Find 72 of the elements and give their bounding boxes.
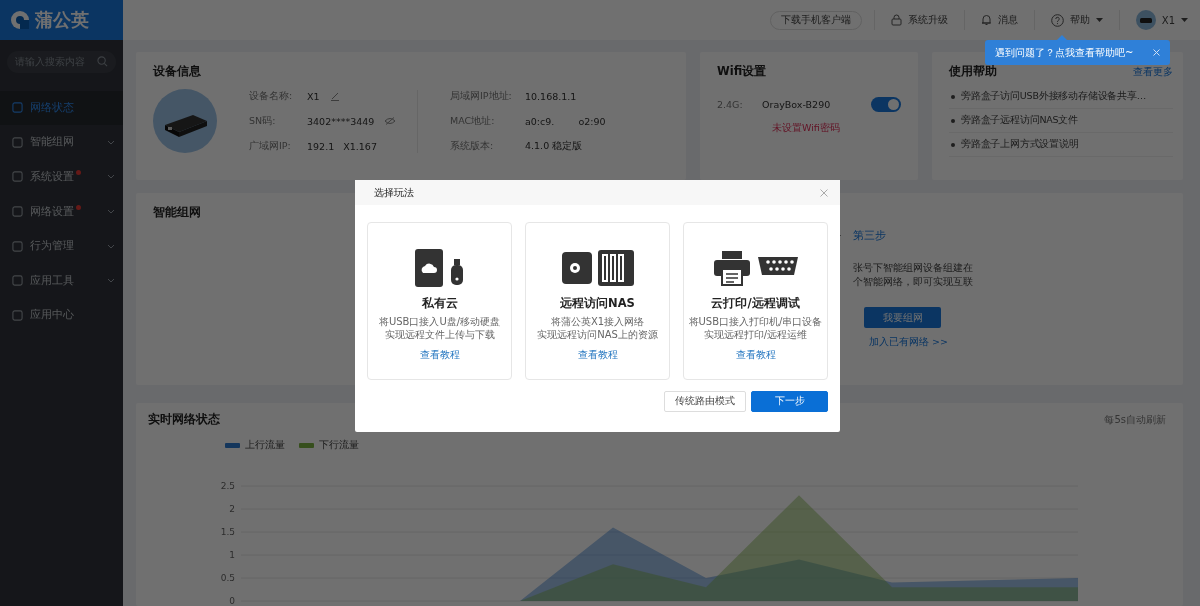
description-text: 个智能网络，即可实现互联 bbox=[853, 275, 973, 289]
lock-icon bbox=[890, 14, 902, 26]
eye-icon[interactable] bbox=[384, 117, 397, 125]
header-action[interactable]: 消息 bbox=[963, 10, 1034, 30]
option-title: 云打印/远程调试 bbox=[711, 296, 800, 311]
user-menu[interactable]: X1 bbox=[1118, 10, 1188, 30]
header-action[interactable]: 系统升级 bbox=[873, 10, 964, 30]
axis-tick-label: 1 bbox=[229, 550, 235, 560]
card-title: 实时网络状态 bbox=[148, 412, 220, 427]
bell-icon bbox=[980, 14, 992, 26]
menu-item-icon bbox=[12, 275, 23, 287]
option-description: 将蒲公英X1接入网络 实现远程访问NAS上的资源 bbox=[537, 315, 658, 341]
field-value: 10.168.1.1 bbox=[525, 90, 577, 102]
option-title: 私有云 bbox=[421, 296, 458, 311]
router-device-icon bbox=[153, 89, 217, 153]
option-description: 将USB口接入打印机/串口设备 实现远程打印/远程运维 bbox=[688, 315, 823, 341]
dialog-title: 选择玩法 bbox=[374, 185, 414, 200]
axis-tick-label: 0 bbox=[229, 596, 235, 604]
tutorial-link[interactable]: 查看教程 bbox=[419, 348, 460, 362]
nas-drive-icon bbox=[561, 249, 634, 287]
description-text: 张号下智能组网设备组建在 bbox=[853, 261, 973, 275]
avatar-icon bbox=[1135, 10, 1156, 30]
sidebar-item[interactable]: 网络状态 bbox=[0, 90, 123, 126]
logo-icon bbox=[10, 10, 30, 30]
axis-tick-label: 2 bbox=[229, 504, 235, 514]
help-link[interactable]: 旁路盒子访问USB外接移动存储设备共享… bbox=[949, 85, 1173, 109]
edit-icon[interactable] bbox=[329, 91, 340, 101]
close-icon[interactable] bbox=[820, 188, 828, 197]
wifi-toggle[interactable] bbox=[871, 97, 901, 112]
logo-text: 蒲公英 bbox=[35, 8, 89, 32]
create-network-button[interactable]: 我要组网 bbox=[864, 307, 941, 328]
axis-tick-label: 2.5 bbox=[220, 481, 235, 491]
card-title: 智能组网 bbox=[153, 205, 202, 220]
search-icon bbox=[97, 56, 108, 67]
card-title: Wifi设置 bbox=[717, 64, 768, 79]
menu-item-icon bbox=[12, 102, 23, 114]
field-value: 3402****3449 bbox=[307, 115, 375, 127]
legend-label: 下行流量 bbox=[319, 439, 359, 452]
help-link[interactable]: 旁路盒子远程访问NAS文件 bbox=[949, 109, 1173, 133]
option-description: 将USB口接入U盘/移动硬盘 实现远程文件上传与下载 bbox=[378, 315, 501, 341]
option-title: 远程访问NAS bbox=[560, 296, 635, 311]
download-app-button[interactable]: 下载手机客户端 bbox=[769, 10, 862, 30]
card-title: 使用帮助 bbox=[949, 64, 997, 79]
field-value: 192.1 X1.167 bbox=[307, 140, 377, 152]
help-icon bbox=[1050, 13, 1064, 27]
band-label: 2.4G: bbox=[717, 99, 744, 110]
cloud-drive-icon bbox=[414, 249, 465, 287]
field-value: X1 bbox=[307, 90, 320, 102]
axis-tick-label: 0.5 bbox=[220, 573, 235, 583]
mode-option-card[interactable]: 远程访问NAS 将蒲公英X1接入网络 实现远程访问NAS上的资源 查看教程 bbox=[525, 222, 670, 380]
tutorial-link[interactable]: 查看教程 bbox=[735, 348, 776, 362]
mode-option-card[interactable]: 云打印/远程调试 将USB口接入打印机/串口设备 实现远程打印/远程运维 查看教程 bbox=[683, 222, 828, 380]
field-value: 4.1.0 稳定版 bbox=[525, 139, 583, 153]
menu-item-icon bbox=[12, 206, 23, 218]
router-mode-button[interactable]: 传统路由模式 bbox=[664, 391, 746, 412]
join-network-link[interactable]: 加入已有网络 >> bbox=[869, 336, 948, 349]
menu-item-icon bbox=[12, 171, 23, 183]
tutorial-link[interactable]: 查看教程 bbox=[577, 348, 618, 362]
menu-item-icon bbox=[12, 309, 23, 321]
printer-serial-port-icon bbox=[713, 249, 798, 287]
field-value: a0:c9. o2:90 bbox=[525, 115, 606, 127]
mode-option-card[interactable]: 私有云 将USB口接入U盘/移动硬盘 实现远程文件上传与下载 查看教程 bbox=[367, 222, 512, 380]
card-title: 设备信息 bbox=[153, 64, 202, 79]
more-link[interactable]: 查看更多 bbox=[1133, 64, 1173, 79]
menu-item-icon bbox=[12, 240, 23, 252]
axis-tick-label: 1.5 bbox=[220, 527, 235, 537]
wifi-name: OrayBox-B290 bbox=[762, 99, 832, 110]
next-button[interactable]: 下一步 bbox=[751, 391, 828, 412]
header-action[interactable]: 帮助 bbox=[1033, 10, 1119, 30]
caret-icon bbox=[1181, 17, 1188, 23]
menu-item-icon bbox=[12, 136, 23, 148]
wifi-warning[interactable]: 未设置Wifi密码 bbox=[772, 122, 901, 135]
